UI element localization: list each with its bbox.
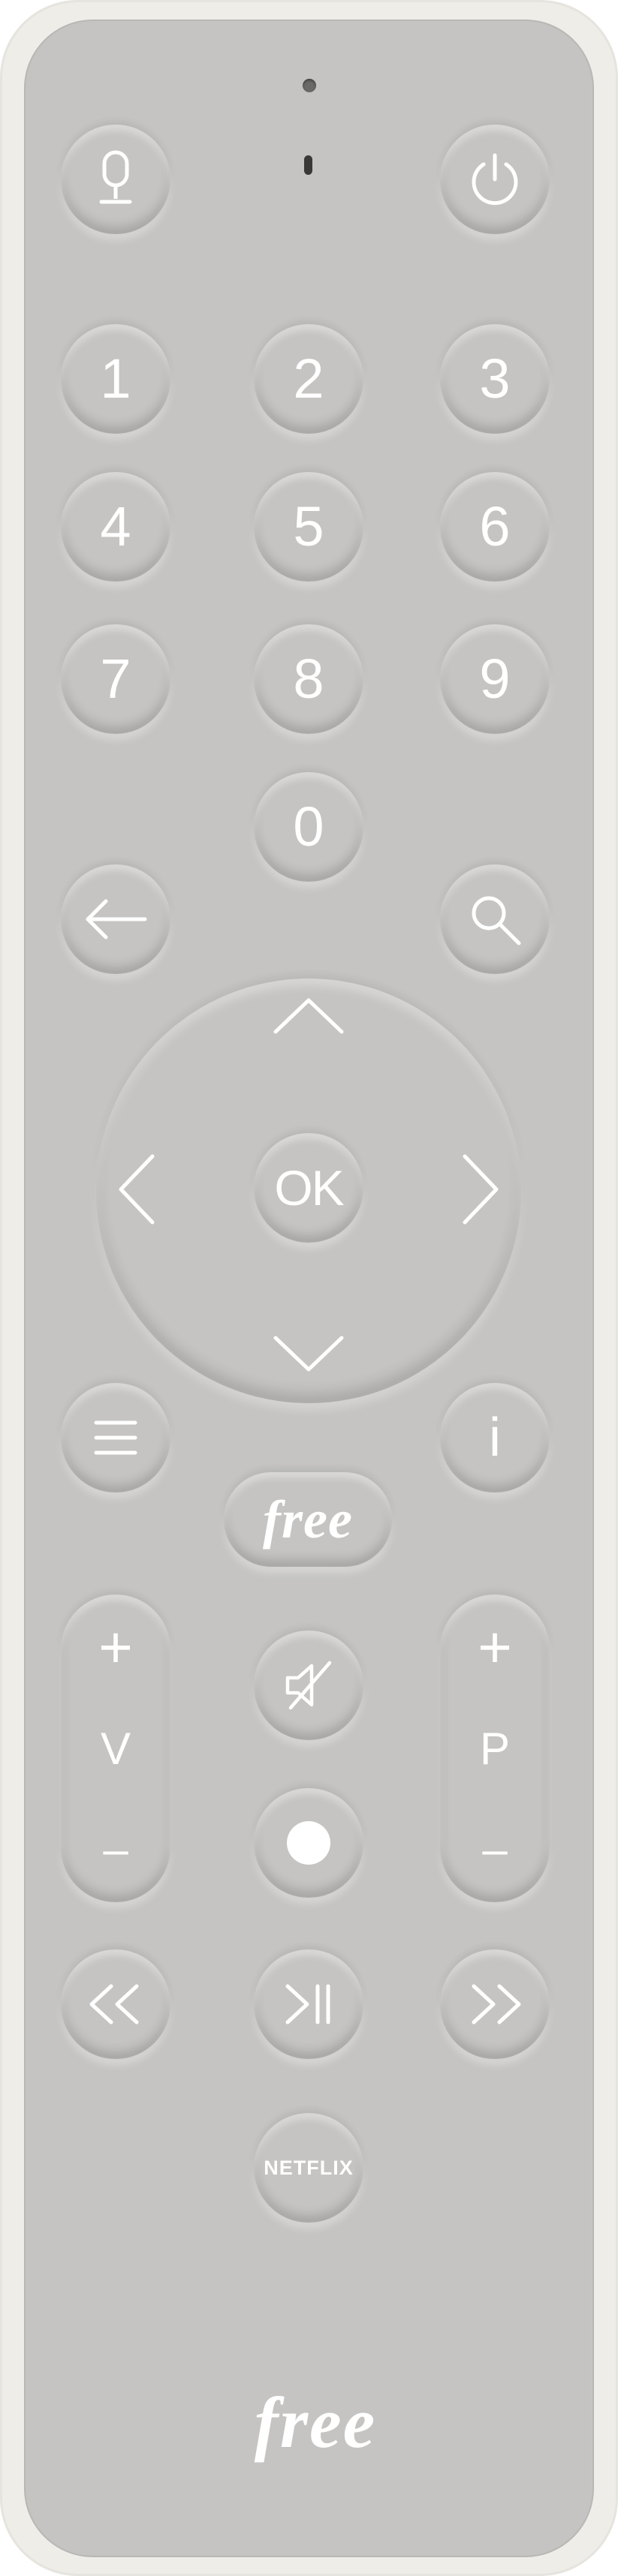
key-8[interactable]: 8 <box>254 624 363 734</box>
key-9[interactable]: 9 <box>440 624 550 734</box>
free-brand-logo: free <box>254 2382 377 2463</box>
mute-speaker-icon <box>285 1661 332 1710</box>
menu-button[interactable] <box>61 1383 170 1492</box>
volume-label-area: V <box>61 1711 170 1786</box>
key-2[interactable]: 2 <box>254 324 363 434</box>
dpad-down[interactable] <box>260 1319 357 1387</box>
volume-rocker: + V – <box>61 1595 170 1902</box>
microphone-icon <box>99 150 132 204</box>
volume-letter: V <box>100 1723 131 1774</box>
search-button[interactable] <box>440 864 550 974</box>
netflix-button[interactable]: NETFLIX <box>254 2113 363 2223</box>
ok-button[interactable]: OK <box>254 1133 363 1243</box>
microphone-hole <box>304 155 312 175</box>
back-button[interactable] <box>61 864 170 974</box>
mute-button[interactable] <box>254 1631 363 1740</box>
menu-icon <box>94 1420 137 1455</box>
key-9-label: 9 <box>479 648 511 710</box>
rewind-icon <box>89 1984 139 2024</box>
key-7-label: 7 <box>100 648 131 710</box>
key-0-label: 0 <box>293 795 324 858</box>
left-chevron-icon <box>119 1154 155 1225</box>
info-button[interactable]: i <box>440 1383 550 1492</box>
fast-forward-icon <box>472 1984 521 2024</box>
program-label-area: P <box>440 1711 550 1786</box>
key-0[interactable]: 0 <box>254 772 363 882</box>
volume-down-button[interactable]: – <box>61 1812 170 1887</box>
key-6[interactable]: 6 <box>440 472 550 582</box>
key-4-label: 4 <box>100 495 131 558</box>
program-letter: P <box>479 1723 511 1774</box>
key-8-label: 8 <box>293 648 324 710</box>
play-pause-button[interactable] <box>254 1949 363 2059</box>
volume-plus-label: + <box>98 1614 133 1680</box>
microphone-button[interactable] <box>61 125 170 234</box>
program-minus-label: – <box>482 1824 508 1874</box>
info-label: i <box>489 1408 501 1468</box>
key-5[interactable]: 5 <box>254 472 363 582</box>
key-3-label: 3 <box>479 347 511 410</box>
rewind-button[interactable] <box>61 1949 170 2059</box>
play-pause-icon <box>285 1984 330 2024</box>
arrow-left-icon <box>86 899 147 939</box>
dpad-left[interactable] <box>104 1141 171 1238</box>
volume-minus-label: – <box>103 1824 128 1874</box>
key-1[interactable]: 1 <box>61 324 170 434</box>
right-chevron-icon <box>463 1154 499 1225</box>
key-6-label: 6 <box>479 495 511 558</box>
power-button[interactable] <box>440 125 550 234</box>
indicator-led <box>303 79 316 92</box>
power-icon <box>472 153 518 206</box>
program-rocker: + P – <box>440 1595 550 1902</box>
key-3[interactable]: 3 <box>440 324 550 434</box>
key-7[interactable]: 7 <box>61 624 170 734</box>
key-2-label: 2 <box>293 347 324 410</box>
record-dot-icon <box>287 1821 330 1865</box>
free-home-button[interactable]: free <box>224 1472 392 1567</box>
program-down-button[interactable]: – <box>440 1812 550 1887</box>
dpad-up[interactable] <box>260 983 357 1051</box>
fast-forward-button[interactable] <box>440 1949 550 2059</box>
ok-label: OK <box>274 1160 344 1216</box>
program-plus-label: + <box>478 1614 512 1680</box>
up-chevron-icon <box>273 998 344 1034</box>
key-1-label: 1 <box>100 347 131 410</box>
key-5-label: 5 <box>293 495 324 558</box>
dpad-right[interactable] <box>446 1141 514 1238</box>
key-4[interactable]: 4 <box>61 472 170 582</box>
record-button[interactable] <box>254 1788 363 1898</box>
volume-up-button[interactable]: + <box>61 1610 170 1685</box>
down-chevron-icon <box>273 1336 344 1372</box>
netflix-label: NETFLIX <box>264 2156 354 2179</box>
program-up-button[interactable]: + <box>440 1610 550 1685</box>
free-home-label: free <box>263 1489 353 1550</box>
search-icon <box>472 896 521 945</box>
